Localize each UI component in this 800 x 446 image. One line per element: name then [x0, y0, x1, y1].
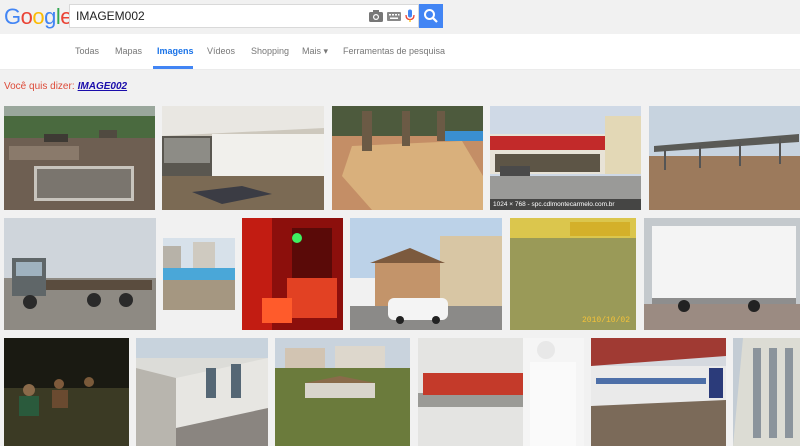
image-result-flooded-pool[interactable]: 2010/10/02 — [510, 218, 636, 330]
tab-shopping[interactable]: Shopping — [251, 46, 289, 56]
image-thumbnail — [162, 106, 324, 210]
tab-imagens[interactable]: Imagens — [157, 46, 194, 56]
tab-videos[interactable]: Vídeos — [207, 46, 235, 56]
logo-letter: o — [20, 4, 33, 29]
image-thumbnail — [275, 338, 410, 446]
image-thumbnail — [418, 338, 584, 446]
tab-more[interactable]: Mais ▾ — [302, 46, 328, 57]
did-you-mean-label: Você quis dizer: — [4, 81, 75, 92]
image-thumbnail — [649, 106, 800, 210]
search-tabs: Todas Mapas Imagens Vídeos Shopping Mais… — [0, 34, 800, 70]
image-result-field-houses[interactable] — [275, 338, 410, 446]
image-result-box-truck[interactable] — [644, 218, 800, 330]
image-result-shed-structure[interactable] — [649, 106, 800, 210]
tab-search-tools[interactable]: Ferramentas de pesquisa — [343, 46, 445, 56]
image-result-truck-flatbed[interactable] — [4, 218, 156, 330]
image-result-lab-worker[interactable] — [418, 338, 584, 446]
image-thumbnail — [136, 338, 268, 446]
image-result-storefront[interactable]: 1024 × 768 - spc.cdlmontecarmelo.com.br — [490, 106, 641, 210]
image-thumbnail — [490, 106, 641, 210]
image-result-red-lit-room[interactable] — [242, 218, 343, 330]
active-tab-indicator — [153, 66, 193, 69]
image-thumbnail — [242, 218, 343, 330]
image-result-night-group[interactable] — [4, 338, 129, 446]
search-input[interactable] — [76, 7, 356, 25]
tab-mapas[interactable]: Mapas — [115, 46, 142, 56]
image-thumbnail — [163, 238, 235, 310]
image-thumbnail — [4, 218, 156, 330]
search-icon — [424, 9, 438, 23]
image-thumbnail — [591, 338, 726, 446]
image-thumbnail — [4, 338, 129, 446]
image-result-empty-room[interactable] — [162, 106, 324, 210]
did-you-mean: Você quis dizer: IMAGE002 — [4, 81, 127, 92]
camera-icon[interactable] — [368, 9, 384, 23]
search-button[interactable] — [419, 4, 443, 28]
tab-todas[interactable]: Todas — [75, 46, 99, 56]
image-result-tiled-planter[interactable] — [332, 106, 483, 210]
results-area: Você quis dizer: IMAGE002 1024 × 768 - s… — [0, 70, 800, 446]
image-thumbnail — [332, 106, 483, 210]
image-thumbnail — [733, 338, 800, 446]
date-stamp: 2010/10/02 — [581, 316, 630, 325]
image-result-empty-hall[interactable] — [591, 338, 726, 446]
image-thumbnail — [510, 218, 636, 330]
image-thumbnail — [350, 218, 502, 330]
image-result-construction-site[interactable] — [4, 106, 155, 210]
google-logo[interactable]: Google — [4, 4, 73, 30]
image-thumbnail — [644, 218, 800, 330]
image-caption: 1024 × 768 - spc.cdlmontecarmelo.com.br — [490, 199, 641, 210]
logo-letter: G — [4, 4, 21, 29]
image-result-building-corridor[interactable] — [136, 338, 268, 446]
logo-letter: o — [32, 4, 45, 29]
search-box — [69, 4, 419, 28]
did-you-mean-suggestion[interactable]: IMAGE002 — [78, 81, 127, 92]
image-result-building-facade[interactable] — [733, 338, 800, 446]
header: Google — [0, 0, 800, 34]
image-result-pool-area[interactable] — [163, 238, 235, 310]
keyboard-icon[interactable] — [386, 9, 402, 23]
microphone-icon[interactable] — [402, 9, 418, 23]
image-thumbnail — [4, 106, 155, 210]
logo-letter: g — [44, 4, 56, 29]
image-result-street-houses[interactable] — [350, 218, 502, 330]
